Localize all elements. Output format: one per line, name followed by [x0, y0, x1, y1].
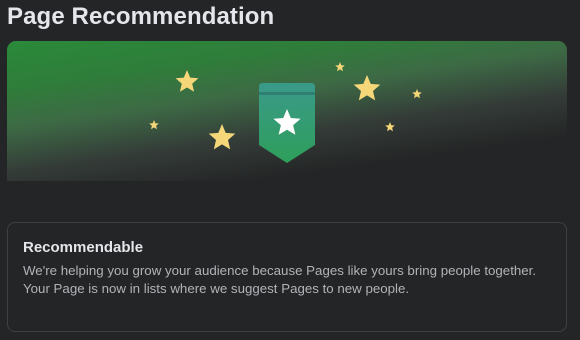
- page-title: Page Recommendation: [7, 3, 275, 30]
- star-icon: [353, 75, 381, 101]
- recommendation-banner: [7, 41, 567, 181]
- star-icon: [385, 122, 395, 132]
- status-title: Recommendable: [23, 239, 144, 256]
- recommendable-status-card: Recommendable We're helping you grow you…: [7, 222, 567, 332]
- star-icon: [175, 70, 199, 92]
- ribbon-star-badge-icon: [259, 83, 315, 163]
- star-icon: [412, 89, 422, 99]
- star-icon: [208, 124, 236, 150]
- star-icon: [335, 62, 345, 72]
- status-description: We're helping you grow your audience bec…: [23, 263, 537, 296]
- page-recommendation-panel: Page Recommendation Recommendable We're …: [0, 0, 580, 340]
- banner-illustration: [149, 62, 422, 163]
- star-icon: [149, 120, 159, 130]
